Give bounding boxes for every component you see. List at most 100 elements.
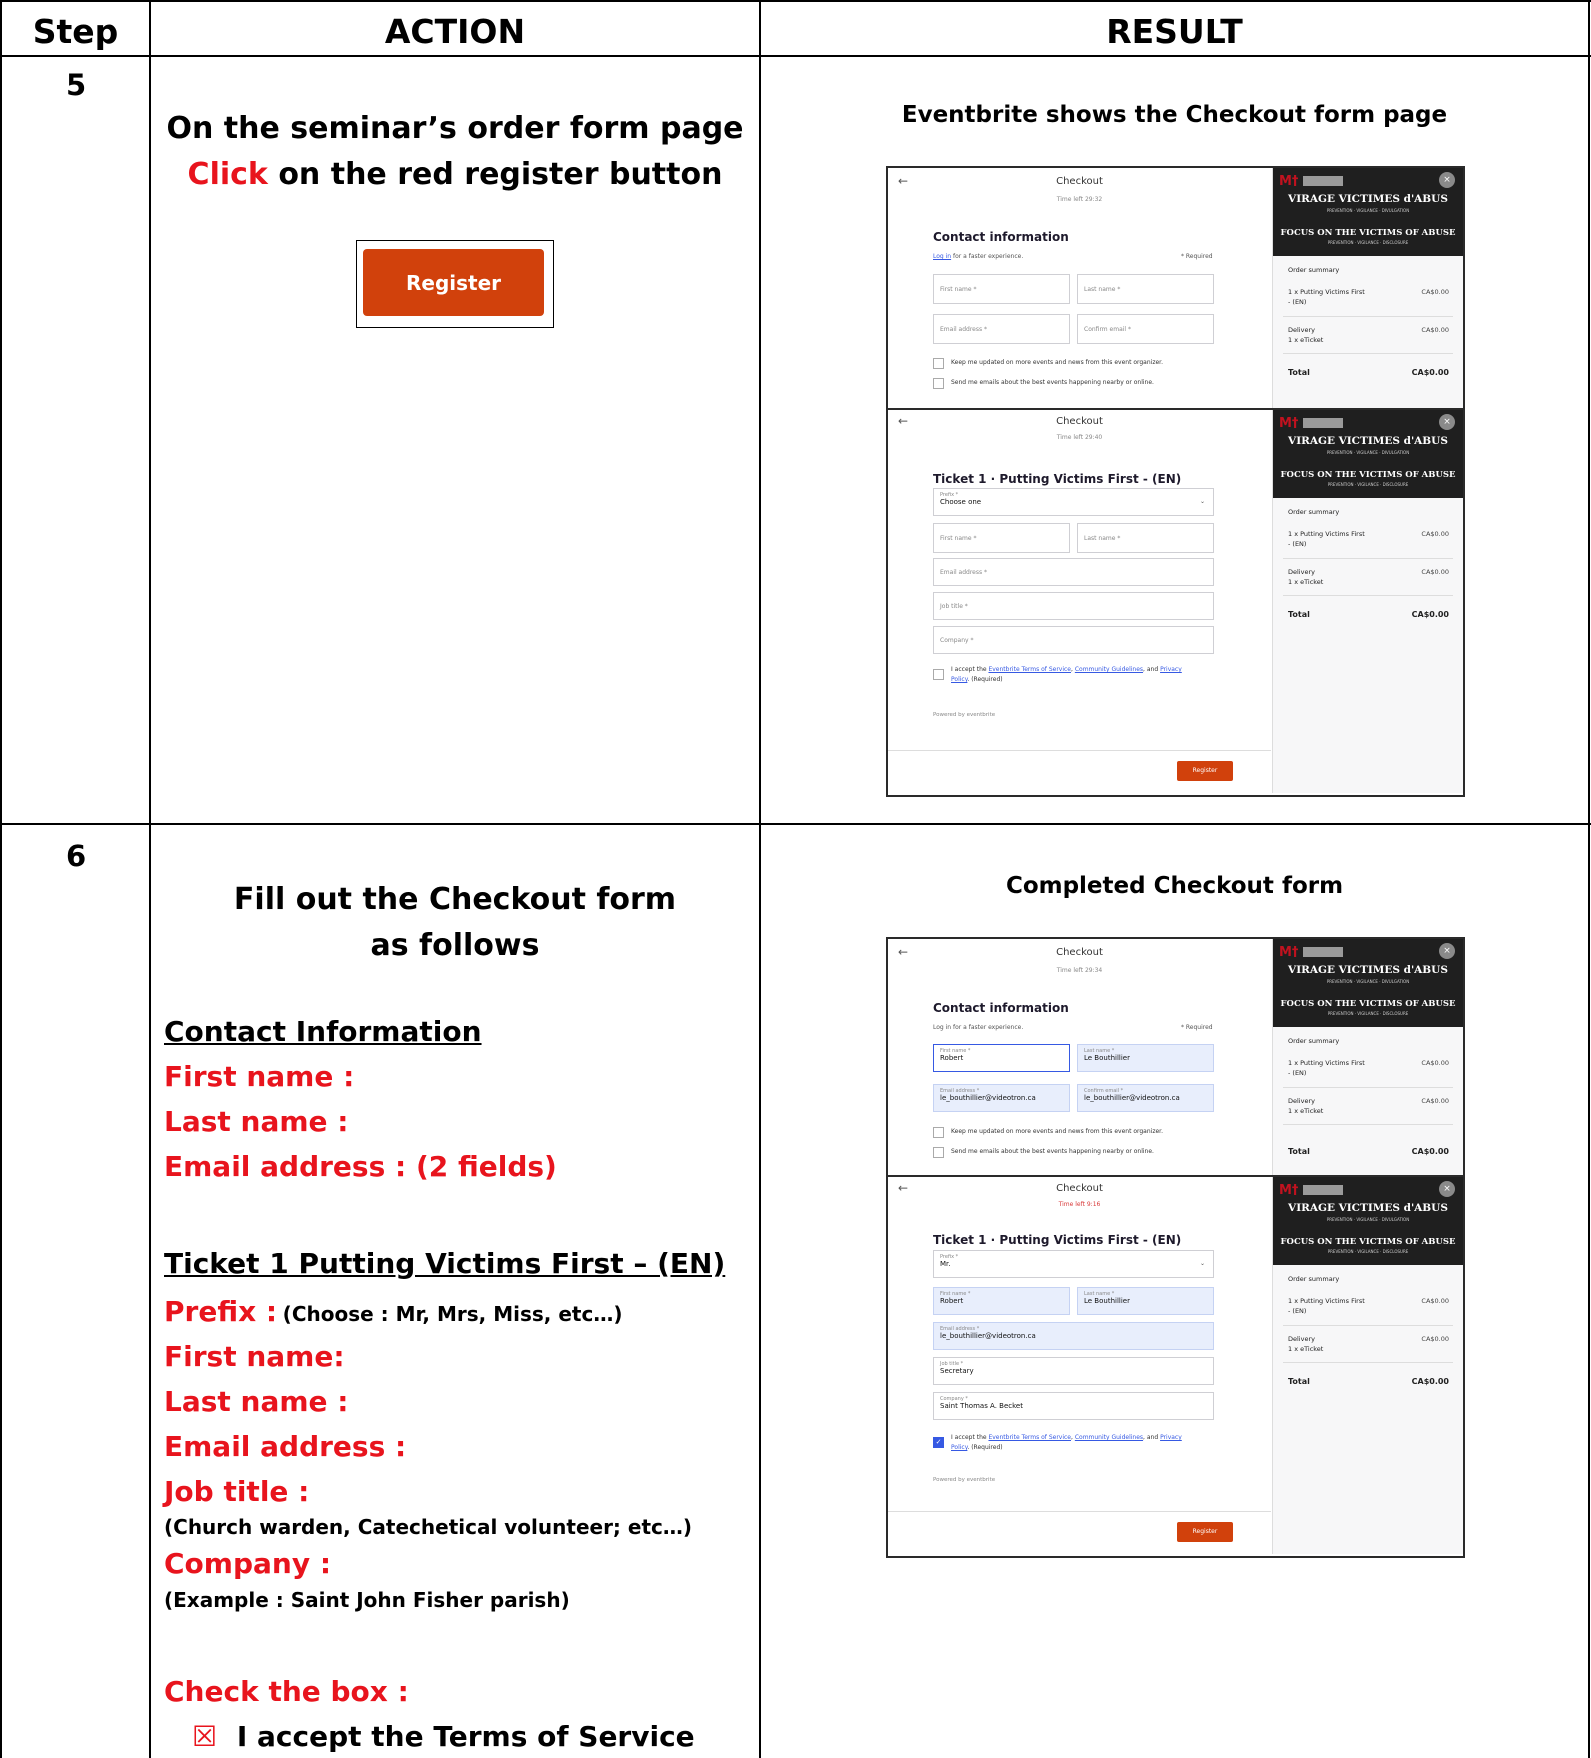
accept-terms-checkbox[interactable] (933, 669, 944, 680)
check-label: Check the box : (164, 1675, 409, 1708)
ticket-first-name-field[interactable]: First name * (933, 523, 1070, 553)
company-field[interactable]: Company * Saint Thomas A. Becket (933, 1392, 1214, 1420)
accept-terms-checkbox[interactable]: ✓ (933, 1437, 944, 1448)
ticket-last-name-field[interactable]: Last name * (1077, 523, 1214, 553)
privacy-link[interactable]: Privacy (1160, 1434, 1182, 1441)
login-prompt: Log in for a faster experience. (933, 253, 1023, 260)
delivery-sub: 1 x eTicket (1288, 578, 1324, 586)
banner-subtitle-fr: PREVENTION · VIGILANCE · DIVULGATION (1326, 450, 1410, 455)
step-number-5: 5 (66, 68, 87, 102)
prefix-select[interactable]: Prefix * Choose one (933, 488, 1214, 516)
prefix-value: Mr. (940, 1260, 951, 1268)
time-left: Time left 29:34 (1056, 967, 1103, 974)
close-icon[interactable]: × (1439, 943, 1455, 959)
time-left: Time left 29:32 (1056, 196, 1103, 203)
job-title-field[interactable]: Job title * (933, 592, 1214, 620)
keep-updated-checkbox[interactable] (933, 358, 944, 369)
checkout-main: ← Checkout Time left 29:32 Contact infor… (888, 168, 1271, 408)
accept-pre: I accept the (951, 1434, 989, 1441)
chevron-down-icon: ⌄ (1200, 498, 1206, 505)
order-summary-title: Order summary (1288, 1037, 1340, 1045)
ticket-email-field[interactable]: Email address * (933, 558, 1214, 586)
checkout-title: Checkout (1056, 947, 1103, 958)
ticket-last-name-field[interactable]: Last name * Le Bouthillier (1077, 1287, 1214, 1315)
banner-title-fr: VIRAGE VICTIMES d'ABUS (1288, 964, 1448, 976)
company-field[interactable]: Company * (933, 626, 1214, 654)
delivery-label: Delivery (1288, 326, 1315, 334)
guidelines-link[interactable]: Community Guidelines (1075, 1434, 1143, 1441)
register-bar: Register (888, 750, 1271, 793)
tos-link[interactable]: Eventbrite Terms of Service (988, 666, 1071, 673)
register-button[interactable]: Register (1177, 761, 1233, 781)
delivery-price: CA$0.00 (1421, 1097, 1449, 1105)
register-button[interactable]: Register (1177, 1522, 1233, 1542)
checkout-contact-pane: ← Checkout Time left 29:32 Contact infor… (888, 168, 1463, 408)
close-icon[interactable]: × (1439, 1181, 1455, 1197)
order-summary-panel: M† × VIRAGE VICTIMES d'ABUS PREVENTION ·… (1272, 1177, 1463, 1554)
banner-title-fr: VIRAGE VICTIMES d'ABUS (1288, 193, 1448, 205)
delivery-sub: 1 x eTicket (1288, 336, 1324, 344)
diocese-logo-icon: M† (1279, 174, 1299, 189)
check-instruction: ☒ I accept the Terms of Service (192, 1720, 695, 1753)
total-label: Total (1288, 610, 1310, 619)
last-name-field[interactable]: Last name * Le Bouthillier (1077, 1044, 1214, 1072)
checkout-title: Checkout (1056, 1183, 1103, 1194)
login-rest: for a faster experience. (951, 1024, 1024, 1031)
job-title-field[interactable]: Job title * Secretary (933, 1357, 1214, 1385)
email-value: le_bouthillier@videotron.ca (940, 1094, 1036, 1102)
privacy-link[interactable]: Privacy (1160, 666, 1182, 673)
ticket-title: Ticket 1 · Putting Victims First - (EN) (933, 472, 1182, 486)
ticket-email-field[interactable]: Email address * le_bouthillier@videotron… (933, 1322, 1214, 1350)
send-emails-checkbox[interactable] (933, 1147, 944, 1158)
login-link[interactable]: Log in (933, 253, 951, 260)
confirm-email-field[interactable]: Confirm email * le_bouthillier@videotron… (1077, 1084, 1214, 1112)
prefix-select[interactable]: Prefix * Mr. (933, 1250, 1214, 1278)
required-suffix: . (Required) (967, 1444, 1003, 1451)
first-name-field[interactable]: First name * Robert (933, 1044, 1070, 1072)
check-text: I accept the Terms of Service (236, 1720, 695, 1753)
job-title-value: Secretary (940, 1367, 974, 1375)
table-border-left (0, 0, 2, 1758)
email-field[interactable]: Email address * le_bouthillier@videotron… (933, 1084, 1070, 1112)
delivery-sub: 1 x eTicket (1288, 1107, 1324, 1115)
last-name-field[interactable]: Last name * (1077, 274, 1214, 304)
prefix-instruction: Prefix : (Choose : Mr, Mrs, Miss, etc…) (164, 1295, 622, 1328)
send-emails-checkbox[interactable] (933, 378, 944, 389)
order-item-cont: - (EN) (1288, 298, 1307, 306)
checkout-main: ← Checkout Time left 9:16 Ticket 1 · Put… (888, 1177, 1271, 1554)
confirm-email-field[interactable]: Confirm email * (1077, 314, 1214, 344)
order-item-cont: - (EN) (1288, 540, 1307, 548)
ticket-item: Email address : (164, 1430, 407, 1463)
policy-link[interactable]: Policy (951, 676, 967, 683)
step6-title-line1: Fill out the Checkout form (233, 882, 677, 917)
total-price: CA$0.00 (1411, 610, 1449, 619)
close-icon[interactable]: × (1439, 172, 1455, 188)
logo-text-block (1303, 176, 1343, 186)
logo-text-block (1303, 418, 1343, 428)
ticket-last-name-value: Le Bouthillier (1084, 1297, 1130, 1305)
click-word: Click (187, 157, 268, 192)
login-rest: for a faster experience. (951, 253, 1024, 260)
banner-subtitle-fr: PREVENTION · VIGILANCE · DIVULGATION (1326, 1217, 1410, 1222)
guidelines-link[interactable]: Community Guidelines (1075, 666, 1143, 673)
policy-link[interactable]: Policy (951, 1444, 967, 1451)
header-step: Step (32, 12, 119, 51)
contact-item: Last name : (164, 1105, 349, 1138)
close-icon[interactable]: × (1439, 414, 1455, 430)
email-field[interactable]: Email address * (933, 314, 1070, 344)
send-emails-label: Send me emails about the best events hap… (951, 379, 1154, 386)
ticket-first-name-field[interactable]: First name * Robert (933, 1287, 1070, 1315)
keep-updated-checkbox[interactable] (933, 1127, 944, 1138)
tos-link[interactable]: Eventbrite Terms of Service (988, 1434, 1071, 1441)
banner-title-fr: VIRAGE VICTIMES d'ABUS (1288, 1202, 1448, 1214)
checked-box-icon: ☒ (192, 1720, 218, 1753)
banner-title-fr: VIRAGE VICTIMES d'ABUS (1288, 435, 1448, 447)
delivery-price: CA$0.00 (1421, 1335, 1449, 1343)
ticket-title: Ticket 1 · Putting Victims First - (EN) (933, 1233, 1182, 1247)
table-border-top (0, 0, 1591, 2)
first-name-field[interactable]: First name * (933, 274, 1070, 304)
checkout-screenshot-empty: ← Checkout Time left 29:32 Contact infor… (886, 166, 1465, 797)
step6-title-line2: as follows (370, 928, 540, 963)
login-link[interactable]: Log in (933, 1024, 951, 1031)
checkout-screenshot-filled: ← Checkout Time left 29:34 Contact infor… (886, 937, 1465, 1558)
